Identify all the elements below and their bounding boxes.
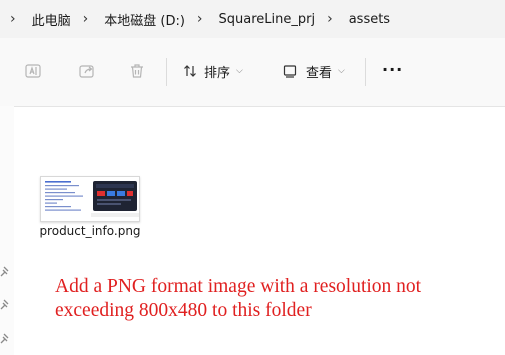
pin-icon [0, 333, 9, 344]
sort-button[interactable]: 排序 ⌵ [182, 60, 243, 82]
toolbar-divider [166, 58, 167, 86]
breadcrumb-item-local-disk[interactable]: 本地磁盘 (D:) [104, 10, 185, 29]
view-label: 查看 [306, 65, 333, 81]
share-icon[interactable] [76, 60, 98, 82]
view-icon [282, 63, 298, 79]
sort-icon [182, 63, 198, 79]
pin-icon [0, 299, 9, 310]
chevron-right-icon[interactable]: › [10, 11, 16, 27]
sort-label: 排序 [204, 65, 231, 81]
chevron-down-icon: ⌵ [236, 66, 243, 76]
annotation-text: Add a PNG format image with a resolution… [55, 276, 422, 321]
chevron-right-icon[interactable]: › [327, 11, 333, 27]
delete-icon[interactable] [126, 60, 148, 82]
breadcrumb: › 此电脑 › 本地磁盘 (D:) › SquareLine_prj › ass… [0, 0, 505, 39]
chevron-right-icon[interactable]: › [197, 11, 203, 27]
pin-icon [0, 266, 9, 277]
more-icon[interactable]: ··· [382, 60, 403, 79]
rename-icon[interactable] [22, 60, 44, 82]
chevron-down-icon: ⌵ [338, 66, 345, 76]
command-bar: 排序 ⌵ 查看 ⌵ ··· [0, 38, 505, 107]
file-name: product_info.png [39, 224, 141, 238]
toolbar-divider [365, 58, 366, 86]
file-item[interactable]: product_info.png [36, 170, 144, 260]
breadcrumb-item-assets[interactable]: assets [349, 12, 390, 27]
file-thumbnail [40, 176, 140, 222]
view-button[interactable]: 查看 ⌵ [282, 60, 345, 82]
navigation-pane-edge [0, 106, 14, 355]
chevron-right-icon[interactable]: › [83, 11, 89, 27]
breadcrumb-item-this-pc[interactable]: 此电脑 [32, 10, 71, 29]
breadcrumb-item-project[interactable]: SquareLine_prj [219, 12, 316, 27]
